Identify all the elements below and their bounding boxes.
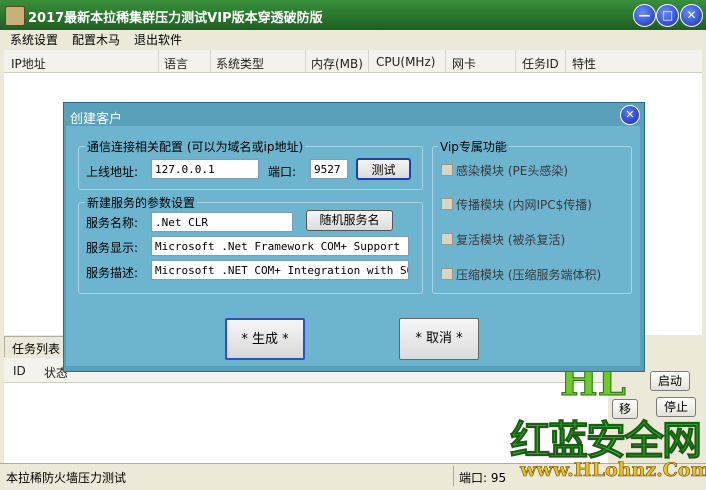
service-name-label: 服务名称:	[86, 216, 139, 230]
infection-module-checkbox[interactable]	[441, 164, 453, 176]
column-nic[interactable]: 网卡	[452, 55, 476, 72]
column-divider	[158, 50, 159, 72]
propagation-module-label: 传播模块 (内网IPC$传播)	[456, 198, 592, 212]
column-os[interactable]: 系统类型	[216, 55, 264, 72]
column-divider	[305, 50, 306, 72]
column-task-id[interactable]: 任务ID	[522, 55, 559, 72]
close-button[interactable]: ✕	[680, 4, 703, 27]
revive-module-label: 复活模块 (被杀复活)	[456, 233, 566, 247]
vip-group-title: Vip专属功能	[438, 138, 509, 155]
port-input[interactable]: 9527	[310, 159, 348, 179]
title-bar: 2017最新本拉稀集群压力测试VIP版本穿透破防版 — □ ✕	[0, 0, 706, 30]
column-ip[interactable]: IP地址	[11, 55, 46, 72]
service-display-label: 服务显示:	[86, 241, 139, 255]
service-display-input[interactable]: Microsoft .Net Framework COM+ Support	[151, 236, 409, 256]
propagation-module-checkbox[interactable]	[441, 198, 453, 210]
column-features[interactable]: 特性	[572, 55, 596, 72]
random-service-name-button[interactable]: 随机服务名	[306, 210, 393, 231]
watermark-url: www.HLohnz.Com	[520, 459, 706, 482]
status-port: 端口: 95	[459, 471, 507, 485]
menu-bar: 系统设置 配置木马 退出软件	[0, 30, 706, 48]
menu-system-settings[interactable]: 系统设置	[10, 31, 58, 48]
menu-exit[interactable]: 退出软件	[134, 31, 182, 48]
revive-module-checkbox[interactable]	[441, 233, 453, 245]
service-name-input[interactable]: .Net CLR	[151, 212, 293, 232]
app-icon	[5, 6, 25, 26]
start-button[interactable]: 启动	[650, 371, 690, 391]
column-memory[interactable]: 内存(MB)	[311, 55, 363, 72]
watermark-brand: 红蓝安全网	[510, 417, 703, 465]
dialog-close-button[interactable]: ✕	[620, 105, 640, 125]
test-button[interactable]: 测试	[356, 158, 411, 180]
column-divider	[445, 50, 446, 72]
service-group-title: 新建服务的参数设置	[85, 194, 198, 211]
port-label: 端口:	[268, 165, 297, 179]
cancel-button[interactable]: * 取消 *	[399, 318, 479, 360]
column-divider	[565, 50, 566, 72]
column-cpu[interactable]: CPU(MHz)	[376, 55, 435, 69]
compress-module-label: 压缩模块 (压缩服务端体积)	[456, 268, 602, 282]
dialog-title: 创建客户	[70, 112, 123, 127]
task-list-tab[interactable]: 任务列表	[4, 336, 66, 357]
status-text: 本拉稀防火墙压力测试	[6, 471, 127, 485]
infection-module-label: 感染模块 (PE头感染)	[456, 164, 568, 178]
task-list-title: 任务列表	[12, 342, 61, 356]
maximize-button[interactable]: □	[656, 4, 679, 27]
menu-configure-trojan[interactable]: 配置木马	[72, 31, 120, 48]
service-desc-label: 服务描述:	[86, 266, 139, 280]
host-input[interactable]: 127.0.0.1	[151, 159, 259, 179]
connection-group-title: 通信连接相关配置 (可以为域名或ip地址)	[85, 138, 306, 155]
window-title: 2017最新本拉稀集群压力测试VIP版本穿透破防版	[28, 11, 323, 26]
column-divider	[515, 50, 516, 72]
status-divider	[453, 466, 454, 486]
minimize-button[interactable]: —	[633, 4, 656, 27]
column-language[interactable]: 语言	[164, 55, 188, 72]
generate-button[interactable]: * 生成 *	[225, 318, 305, 360]
column-divider	[210, 50, 211, 72]
task-column-id[interactable]: ID	[13, 364, 26, 378]
service-desc-input[interactable]: Microsoft .NET COM+ Integration with SOA…	[151, 260, 409, 280]
host-label: 上线地址:	[86, 165, 139, 179]
compress-module-checkbox[interactable]	[441, 268, 453, 280]
column-divider	[368, 50, 369, 72]
client-list-header: IP地址 语言 系统类型 内存(MB) CPU(MHz) 网卡 任务ID 特性	[4, 50, 702, 73]
